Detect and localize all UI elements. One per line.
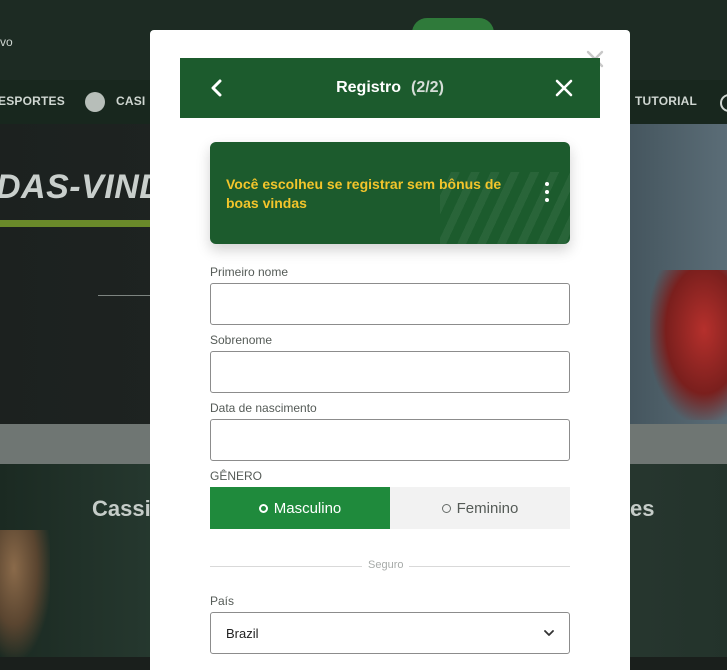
close-icon [555,79,573,97]
last-name-label: Sobrenome [210,333,273,347]
bonus-message: Você escolheu se registrar sem bônus de … [226,176,502,211]
radio-selected-icon [258,503,268,513]
gender-option-masculino[interactable]: Masculino [210,487,390,529]
bg-face-image [0,530,50,657]
bg-nav-item-tutorial: TUTORIAL [635,94,698,108]
close-button[interactable] [553,77,575,99]
gender-label: GÊNERO [210,469,263,483]
gender-toggle: Masculino Feminino [210,487,570,529]
bg-hero-line [98,295,150,296]
modal-title: Registro (2/2) [180,58,600,118]
kebab-menu-icon[interactable] [544,182,550,202]
modal-step-indicator: (2/2) [411,79,444,96]
divider-label: Seguro [362,559,410,571]
gender-option-feminino[interactable]: Feminino [390,487,570,529]
chevron-down-icon [543,627,555,639]
country-select[interactable]: Brazil [210,612,570,654]
bg-section-left-title: Cassi [92,496,151,521]
bg-nav-item-esportes: ESPORTES [0,94,65,108]
modal-title-text: Registro [336,79,401,96]
birth-date-input[interactable] [210,419,570,461]
country-selected-value: Brazil [226,625,259,641]
first-name-input[interactable] [210,283,570,325]
bg-top-text: vo [0,35,13,49]
birth-date-label: Data de nascimento [210,401,317,415]
bonus-info-card: Você escolheu se registrar sem bônus de … [210,142,570,244]
bg-casino-icon [85,92,105,112]
bg-hero-accent-bar [0,220,150,227]
back-button[interactable] [206,78,226,98]
first-name-label: Primeiro nome [210,265,289,279]
bg-player-image [650,270,727,420]
registration-modal [150,30,630,670]
gender-option-label: Feminino [456,499,519,517]
gender-option-label: Masculino [273,499,342,517]
chevron-left-icon [211,79,222,97]
last-name-input[interactable] [210,351,570,393]
bg-section-right-title: es [630,496,655,521]
bg-nav-item-casino: CASI [116,94,146,108]
country-label: País [210,594,235,608]
radio-unselected-icon [441,503,451,513]
